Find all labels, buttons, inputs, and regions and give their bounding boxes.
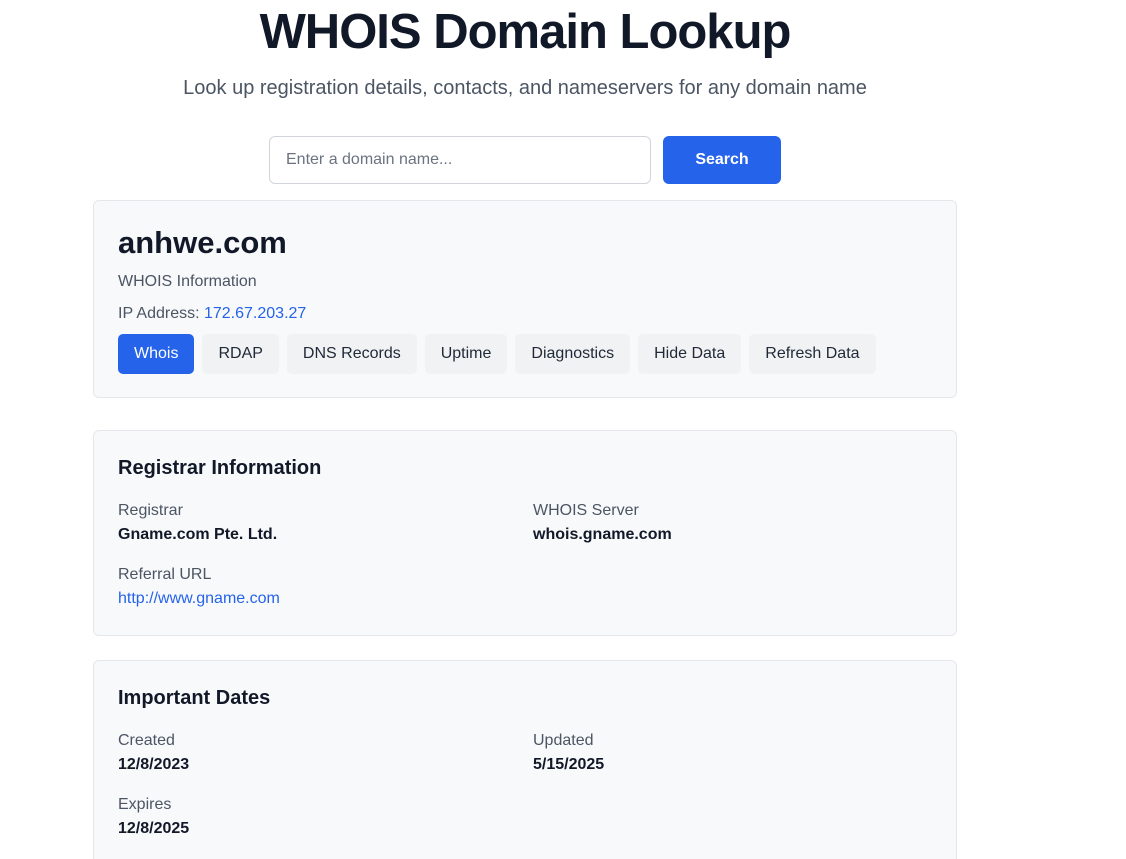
ip-address-row: IP Address: 172.67.203.27	[118, 305, 306, 323]
refresh-data-button[interactable]: Refresh Data	[749, 334, 876, 374]
updated-label: Updated	[533, 732, 594, 749]
ip-address-link[interactable]: 172.67.203.27	[204, 305, 306, 322]
expires-label: Expires	[118, 796, 172, 813]
tab-rdap[interactable]: RDAP	[202, 334, 279, 374]
dates-section-title: Important Dates	[118, 687, 271, 709]
referral-url-label: Referral URL	[118, 566, 212, 583]
registrar-info-card: Registrar Information Registrar Gname.co…	[93, 430, 957, 636]
tab-bar: Whois RDAP DNS Records Uptime Diagnostic…	[118, 334, 876, 374]
registrar-value: Gname.com Pte. Ltd.	[118, 526, 278, 543]
created-value: 12/8/2023	[118, 756, 190, 773]
domain-search-input[interactable]	[269, 136, 651, 184]
expires-field: Expires 12/8/2025	[118, 795, 189, 839]
registrar-field: Registrar Gname.com Pte. Ltd.	[118, 501, 277, 545]
search-button[interactable]: Search	[663, 136, 781, 184]
registrar-label: Registrar	[118, 502, 183, 519]
referral-url-field: Referral URL http://www.gname.com	[118, 565, 280, 609]
whois-server-label: WHOIS Server	[533, 502, 639, 519]
tab-whois[interactable]: Whois	[118, 334, 195, 374]
domain-name: anhwe.com	[118, 225, 287, 260]
updated-field: Updated 5/15/2025	[533, 731, 604, 775]
important-dates-card: Important Dates Created 12/8/2023 Update…	[93, 660, 957, 859]
page: WHOIS Domain Lookup Look up registration…	[0, 0, 1126, 859]
tab-dns-records[interactable]: DNS Records	[286, 334, 417, 374]
tab-diagnostics[interactable]: Diagnostics	[515, 334, 631, 374]
page-title: WHOIS Domain Lookup	[259, 5, 792, 59]
registrar-section-title: Registrar Information	[118, 457, 322, 479]
hide-data-button[interactable]: Hide Data	[638, 334, 742, 374]
whois-server-value: whois.gname.com	[533, 526, 672, 543]
tab-uptime[interactable]: Uptime	[424, 334, 508, 374]
updated-value: 5/15/2025	[533, 756, 605, 773]
ip-address-label: IP Address:	[118, 305, 200, 322]
domain-summary-card: anhwe.com WHOIS Information IP Address: …	[93, 200, 957, 398]
page-subtitle: Look up registration details, contacts, …	[183, 77, 867, 99]
referral-url-link[interactable]: http://www.gname.com	[118, 589, 280, 609]
created-label: Created	[118, 732, 175, 749]
whois-info-label: WHOIS Information	[118, 273, 257, 290]
expires-value: 12/8/2025	[118, 820, 190, 837]
whois-server-field: WHOIS Server whois.gname.com	[533, 501, 672, 545]
created-field: Created 12/8/2023	[118, 731, 189, 775]
